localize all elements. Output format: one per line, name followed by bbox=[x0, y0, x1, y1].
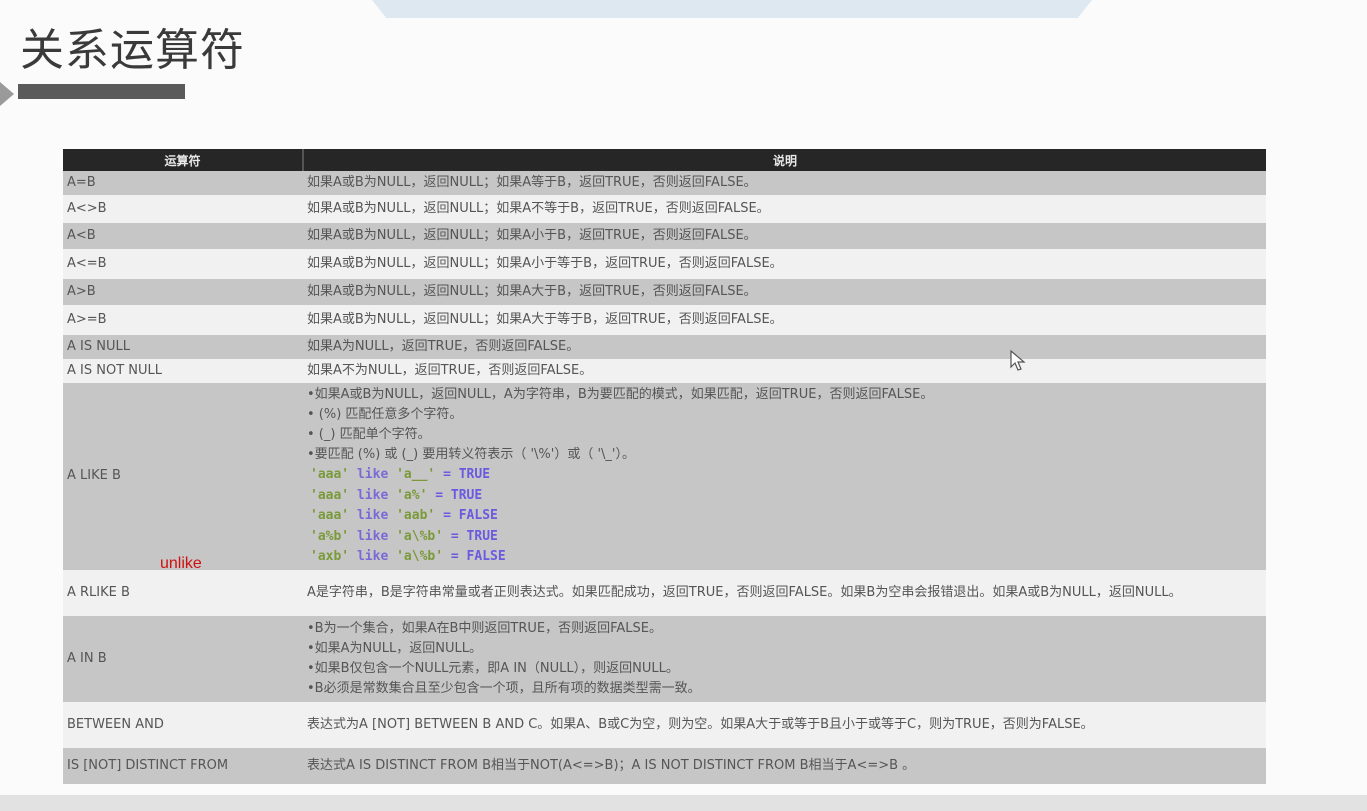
description-cell: 如果A或B为NULL，返回NULL；如果A小于等于B，返回TRUE，否则返回FA… bbox=[303, 249, 1266, 279]
description-line: 表达式为A [NOT] BETWEEN B AND C。如果A、B或C为空，则为… bbox=[307, 716, 1094, 732]
slide-title: 关系运算符 bbox=[20, 25, 245, 76]
operator-cell: IS [NOT] DISTINCT FROM bbox=[63, 747, 303, 784]
description-line: 如果A不为NULL，返回TRUE，否则返回FALSE。 bbox=[307, 363, 593, 378]
like-example: 'aaa' like 'aab' = FALSE bbox=[307, 506, 1262, 527]
operator-cell: A>B bbox=[63, 279, 303, 305]
example-right: 'aab' bbox=[396, 508, 436, 523]
table-row: A<=B 如果A或B为NULL，返回NULL；如果A小于等于B，返回TRUE，否… bbox=[63, 249, 1266, 279]
table-row: A IS NULL 如果A为NULL，返回TRUE，否则返回FALSE。 bbox=[63, 335, 1266, 359]
table-row: IS [NOT] DISTINCT FROM 表达式A IS DISTINCT … bbox=[63, 747, 1266, 784]
description-cell: 如果A或B为NULL，返回NULL；如果A大于B，返回TRUE，否则返回FALS… bbox=[303, 279, 1266, 305]
description-line: •如果B仅包含一个NULL元素，即A IN（NULL），则返回NULL。 bbox=[307, 660, 679, 676]
description-cell: 如果A或B为NULL，返回NULL；如果A等于B，返回TRUE，否则返回FALS… bbox=[303, 171, 1266, 195]
description-cell: 如果A不为NULL，返回TRUE，否则返回FALSE。 bbox=[303, 359, 1266, 383]
description-line: 如果A或B为NULL，返回NULL；如果A大于等于B，返回TRUE，否则返回FA… bbox=[307, 312, 783, 327]
example-keyword: like bbox=[356, 508, 389, 523]
description-line: 如果A或B为NULL，返回NULL；如果A等于B，返回TRUE，否则返回FALS… bbox=[307, 175, 757, 190]
operator-table: 运算符 说明 A=B 如果A或B为NULL，返回NULL；如果A等于B，返回TR… bbox=[63, 149, 1266, 784]
example-keyword: like bbox=[356, 467, 389, 482]
example-right: 'a\%b' bbox=[396, 528, 444, 544]
description-cell: •B为一个集合，如果A在B中则返回TRUE，否则返回FALSE。 •如果A为NU… bbox=[303, 615, 1266, 702]
operator-cell: A RLIKE B bbox=[63, 569, 303, 616]
example-left: 'a%b' bbox=[310, 528, 350, 544]
table-row: A<>B 如果A或B为NULL，返回NULL；如果A不等于B，返回TRUE，否则… bbox=[63, 195, 1266, 223]
description-line: •B必须是常数集合且至少包含一个项，且所有项的数据类型需一致。 bbox=[307, 680, 701, 696]
example-result: = TRUE bbox=[435, 487, 483, 503]
description-line: A是字符串，B是字符串常量或者正则表达式。如果匹配成功，返回TRUE，否则返回F… bbox=[307, 584, 1182, 600]
operator-cell: A<B bbox=[63, 223, 303, 249]
table-row: BETWEEN AND 表达式为A [NOT] BETWEEN B AND C。… bbox=[63, 701, 1266, 748]
title-underline-bar bbox=[18, 84, 185, 99]
operator-cell: BETWEEN AND bbox=[63, 701, 303, 748]
example-result: = FALSE bbox=[450, 549, 506, 564]
table-header-row: 运算符 说明 bbox=[63, 149, 1266, 171]
table-row: A RLIKE B A是字符串，B是字符串常量或者正则表达式。如果匹配成功，返回… bbox=[63, 569, 1266, 616]
header-description: 说明 bbox=[303, 149, 1266, 171]
like-example: 'aaa' like 'a%' = TRUE bbox=[307, 486, 1262, 507]
description-line: 表达式A IS DISTINCT FROM B相当于NOT(A<=>B)；A I… bbox=[307, 757, 916, 773]
operator-cell: A=B bbox=[63, 171, 303, 195]
description-cell: 表达式A IS DISTINCT FROM B相当于NOT(A<=>B)；A I… bbox=[303, 747, 1266, 784]
description-line: • (_) 匹配单个字符。 bbox=[307, 427, 431, 442]
bottom-strip bbox=[0, 795, 1367, 811]
description-cell: •如果A或B为NULL，返回NULL，A为字符串，B为要匹配的模式，如果匹配，返… bbox=[303, 383, 1266, 570]
description-line: •B为一个集合，如果A在B中则返回TRUE，否则返回FALSE。 bbox=[307, 620, 662, 636]
example-right: 'a__' bbox=[396, 467, 436, 482]
operator-cell: A LIKE B bbox=[63, 383, 303, 570]
example-left: 'axb' bbox=[310, 549, 350, 564]
description-line: • (%) 匹配任意多个字符。 bbox=[307, 407, 463, 422]
unlike-annotation: unlike bbox=[160, 555, 202, 572]
table-row: A<B 如果A或B为NULL，返回NULL；如果A小于B，返回TRUE，否则返回… bbox=[63, 223, 1266, 249]
operator-cell: A IS NOT NULL bbox=[63, 359, 303, 383]
like-example: 'a%b' like 'a\%b' = TRUE bbox=[307, 527, 1262, 548]
description-cell: 如果A或B为NULL，返回NULL；如果A大于等于B，返回TRUE，否则返回FA… bbox=[303, 305, 1266, 335]
operator-cell: A<>B bbox=[63, 195, 303, 223]
description-cell: 表达式为A [NOT] BETWEEN B AND C。如果A、B或C为空，则为… bbox=[303, 701, 1266, 748]
description-cell: A是字符串，B是字符串常量或者正则表达式。如果匹配成功，返回TRUE，否则返回F… bbox=[303, 569, 1266, 616]
example-result: = FALSE bbox=[443, 508, 498, 523]
example-keyword: like bbox=[356, 549, 389, 564]
description-line: •如果A为NULL，返回NULL。 bbox=[307, 640, 483, 656]
example-left: 'aaa' bbox=[310, 508, 350, 523]
example-right: 'a%' bbox=[396, 487, 428, 503]
like-example: 'axb' like 'a\%b' = FALSE bbox=[307, 547, 1262, 568]
example-right: 'a\%b' bbox=[396, 549, 444, 564]
operator-cell: A IN B bbox=[63, 615, 303, 702]
description-line: 如果A或B为NULL，返回NULL；如果A大于B，返回TRUE，否则返回FALS… bbox=[307, 284, 757, 299]
example-result: = TRUE bbox=[450, 528, 498, 544]
table-row: A IS NOT NULL 如果A不为NULL，返回TRUE，否则返回FALSE… bbox=[63, 359, 1266, 383]
mouse-cursor-icon bbox=[1010, 350, 1026, 371]
description-line: 如果A或B为NULL，返回NULL；如果A小于等于B，返回TRUE，否则返回FA… bbox=[307, 256, 783, 271]
description-line: 如果A或B为NULL，返回NULL；如果A小于B，返回TRUE，否则返回FALS… bbox=[307, 228, 757, 243]
example-keyword: like bbox=[356, 528, 389, 544]
example-keyword: like bbox=[356, 487, 389, 503]
table-row: A LIKE B •如果A或B为NULL，返回NULL，A为字符串，B为要匹配的… bbox=[63, 383, 1266, 570]
table-row: A>B 如果A或B为NULL，返回NULL；如果A大于B，返回TRUE，否则返回… bbox=[63, 279, 1266, 305]
description-line: 如果A或B为NULL，返回NULL；如果A不等于B，返回TRUE，否则返回FAL… bbox=[307, 201, 770, 216]
operator-cell: A>=B bbox=[63, 305, 303, 335]
example-result: = TRUE bbox=[443, 467, 491, 482]
example-left: 'aaa' bbox=[310, 487, 350, 503]
description-cell: 如果A或B为NULL，返回NULL；如果A不等于B，返回TRUE，否则返回FAL… bbox=[303, 195, 1266, 223]
title-arrow-icon bbox=[0, 82, 14, 106]
header-operator: 运算符 bbox=[63, 149, 304, 171]
description-line: •要匹配 (%) 或 (_) 要用转义符表示（ '\%'）或（ '\_'）。 bbox=[307, 447, 636, 462]
operator-cell: A<=B bbox=[63, 249, 303, 279]
like-example: 'aaa' like 'a__' = TRUE bbox=[307, 465, 1262, 486]
description-line: 如果A为NULL，返回TRUE，否则返回FALSE。 bbox=[307, 339, 580, 354]
table-row: A=B 如果A或B为NULL，返回NULL；如果A等于B，返回TRUE，否则返回… bbox=[63, 171, 1266, 195]
example-left: 'aaa' bbox=[310, 467, 350, 482]
description-line: •如果A或B为NULL，返回NULL，A为字符串，B为要匹配的模式，如果匹配，返… bbox=[307, 387, 934, 402]
description-cell: 如果A或B为NULL，返回NULL；如果A小于B，返回TRUE，否则返回FALS… bbox=[303, 223, 1266, 249]
table-row: A IN B •B为一个集合，如果A在B中则返回TRUE，否则返回FALSE。 … bbox=[63, 615, 1266, 702]
description-cell: 如果A为NULL，返回TRUE，否则返回FALSE。 bbox=[303, 335, 1266, 359]
operator-cell: A IS NULL bbox=[63, 335, 303, 359]
table-row: A>=B 如果A或B为NULL，返回NULL；如果A大于等于B，返回TRUE，否… bbox=[63, 305, 1266, 335]
top-banner-decoration bbox=[372, 0, 1092, 18]
